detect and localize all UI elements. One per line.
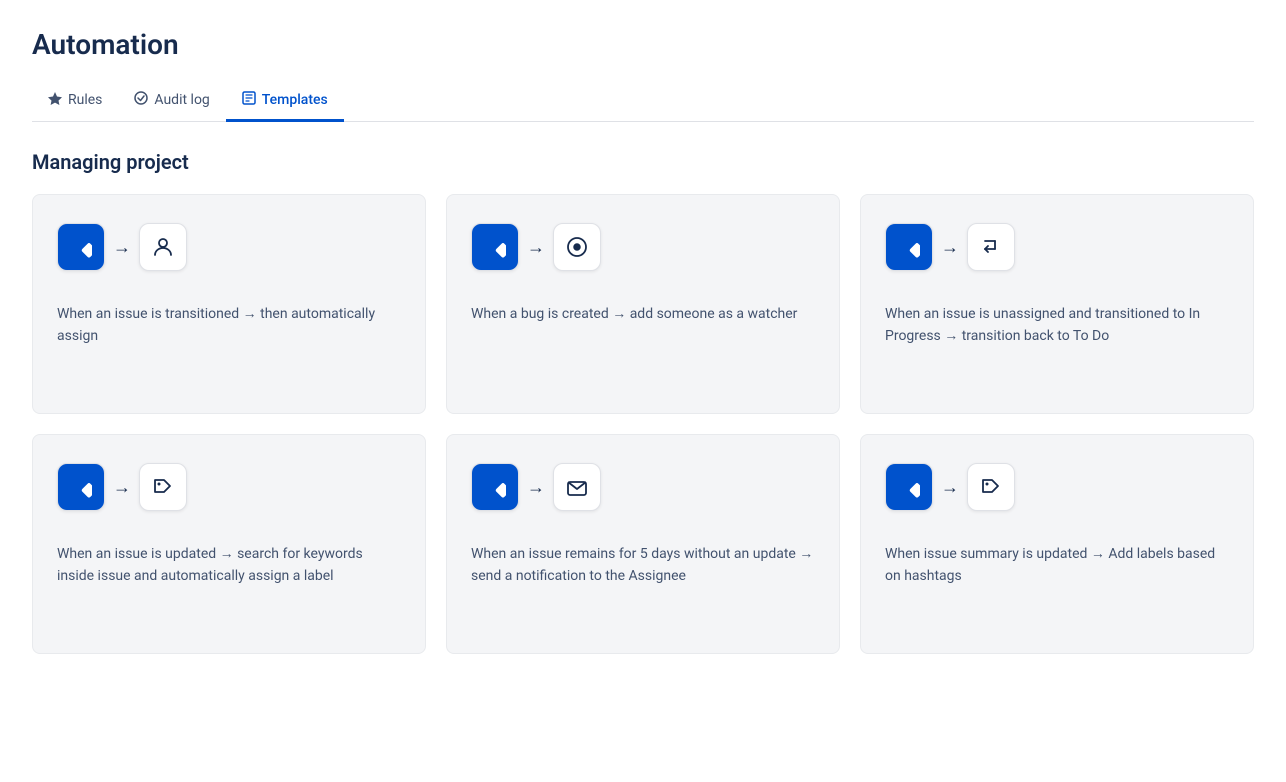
card-3-icons: → [885,223,1229,271]
page-wrapper: Automation Rules Audit log [0,0,1286,686]
card-5[interactable]: → When an issue remains for 5 days witho… [446,434,840,654]
card-3[interactable]: → When an issue is unassigned and transi… [860,194,1254,414]
card-6[interactable]: → When issue summary is updated → Add la… [860,434,1254,654]
tab-templates-label: Templates [262,92,328,108]
card-1-text: When an issue is transitioned → then aut… [57,303,401,385]
tab-rules[interactable]: Rules [32,81,118,122]
card-2-trigger-icon [471,223,519,271]
card-3-arrow: → [941,237,959,258]
card-2-arrow: → [527,237,545,258]
cards-grid: → When an issue is transitioned → then a… [32,194,1254,654]
card-6-trigger-icon [885,463,933,511]
page-title: Automation [32,28,1254,61]
card-4-trigger-icon [57,463,105,511]
card-1-icons: → [57,223,401,271]
card-6-action-icon [967,463,1015,511]
tab-templates[interactable]: Templates [226,81,344,122]
card-6-text: When issue summary is updated → Add labe… [885,543,1229,625]
tab-rules-label: Rules [68,92,102,108]
rules-icon [48,91,62,109]
card-4[interactable]: → When an issue is updated → search for … [32,434,426,654]
card-4-action-icon [139,463,187,511]
card-1-arrow: → [113,237,131,258]
card-4-text: When an issue is updated → search for ke… [57,543,401,625]
card-2-icons: → [471,223,815,271]
card-2-text: When a bug is created → add someone as a… [471,303,815,385]
section-title: Managing project [32,150,1254,174]
card-5-trigger-icon [471,463,519,511]
card-2[interactable]: → When a bug is created → add someone as… [446,194,840,414]
card-3-text: When an issue is unassigned and transiti… [885,303,1229,385]
card-1[interactable]: → When an issue is transitioned → then a… [32,194,426,414]
templates-icon [242,91,256,109]
tabs-nav: Rules Audit log Templates [32,81,1254,122]
card-2-action-icon [553,223,601,271]
card-5-arrow: → [527,477,545,498]
audit-log-icon [134,91,148,109]
card-5-action-icon [553,463,601,511]
card-3-trigger-icon [885,223,933,271]
card-1-action-icon [139,223,187,271]
card-4-icons: → [57,463,401,511]
card-3-action-icon [967,223,1015,271]
card-6-icons: → [885,463,1229,511]
tab-audit-log-label: Audit log [154,92,209,108]
card-6-arrow: → [941,477,959,498]
card-5-text: When an issue remains for 5 days without… [471,543,815,625]
card-4-arrow: → [113,477,131,498]
tab-audit-log[interactable]: Audit log [118,81,225,122]
card-1-trigger-icon [57,223,105,271]
card-5-icons: → [471,463,815,511]
